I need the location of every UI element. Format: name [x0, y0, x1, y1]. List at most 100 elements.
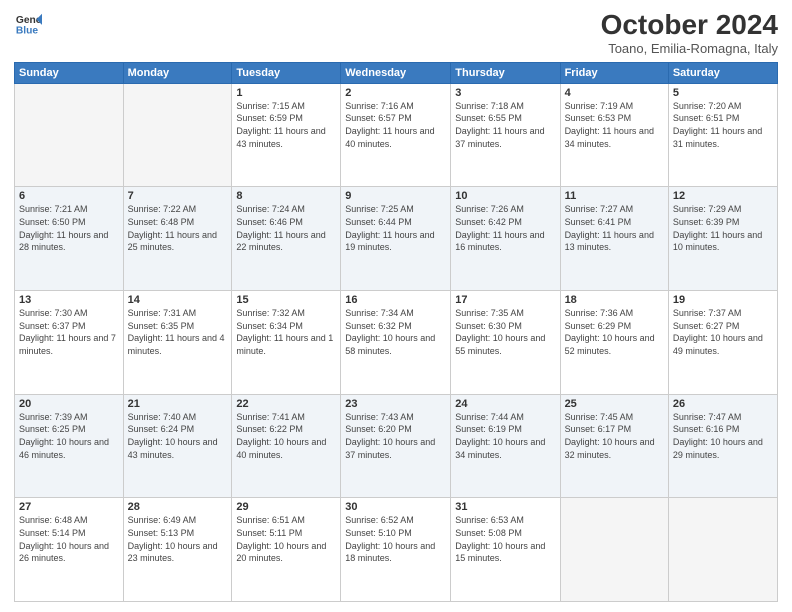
day-info: Sunrise: 6:51 AM Sunset: 5:11 PM Dayligh…: [236, 514, 336, 564]
table-row: 6Sunrise: 7:21 AM Sunset: 6:50 PM Daylig…: [15, 187, 124, 291]
day-info: Sunrise: 7:26 AM Sunset: 6:42 PM Dayligh…: [455, 203, 555, 253]
day-number: 20: [19, 398, 119, 410]
day-number: 6: [19, 190, 119, 202]
day-number: 2: [345, 87, 446, 99]
day-info: Sunrise: 7:32 AM Sunset: 6:34 PM Dayligh…: [236, 307, 336, 357]
day-info: Sunrise: 7:34 AM Sunset: 6:32 PM Dayligh…: [345, 307, 446, 357]
calendar-week-row: 13Sunrise: 7:30 AM Sunset: 6:37 PM Dayli…: [15, 291, 778, 395]
day-info: Sunrise: 7:27 AM Sunset: 6:41 PM Dayligh…: [565, 203, 664, 253]
table-row: 10Sunrise: 7:26 AM Sunset: 6:42 PM Dayli…: [451, 187, 560, 291]
day-info: Sunrise: 7:41 AM Sunset: 6:22 PM Dayligh…: [236, 411, 336, 461]
day-number: 11: [565, 190, 664, 202]
day-number: 29: [236, 501, 336, 513]
day-info: Sunrise: 7:37 AM Sunset: 6:27 PM Dayligh…: [673, 307, 773, 357]
day-info: Sunrise: 7:45 AM Sunset: 6:17 PM Dayligh…: [565, 411, 664, 461]
table-row: 9Sunrise: 7:25 AM Sunset: 6:44 PM Daylig…: [341, 187, 451, 291]
day-info: Sunrise: 7:20 AM Sunset: 6:51 PM Dayligh…: [673, 100, 773, 150]
day-number: 17: [455, 294, 555, 306]
day-info: Sunrise: 7:44 AM Sunset: 6:19 PM Dayligh…: [455, 411, 555, 461]
day-number: 16: [345, 294, 446, 306]
day-number: 8: [236, 190, 336, 202]
table-row: 12Sunrise: 7:29 AM Sunset: 6:39 PM Dayli…: [668, 187, 777, 291]
day-info: Sunrise: 7:29 AM Sunset: 6:39 PM Dayligh…: [673, 203, 773, 253]
location: Toano, Emilia-Romagna, Italy: [601, 41, 778, 56]
table-row: 19Sunrise: 7:37 AM Sunset: 6:27 PM Dayli…: [668, 291, 777, 395]
table-row: 24Sunrise: 7:44 AM Sunset: 6:19 PM Dayli…: [451, 394, 560, 498]
table-row: 29Sunrise: 6:51 AM Sunset: 5:11 PM Dayli…: [232, 498, 341, 602]
day-info: Sunrise: 7:31 AM Sunset: 6:35 PM Dayligh…: [128, 307, 228, 357]
table-row: 21Sunrise: 7:40 AM Sunset: 6:24 PM Dayli…: [123, 394, 232, 498]
table-row: 17Sunrise: 7:35 AM Sunset: 6:30 PM Dayli…: [451, 291, 560, 395]
table-row: 20Sunrise: 7:39 AM Sunset: 6:25 PM Dayli…: [15, 394, 124, 498]
day-number: 26: [673, 398, 773, 410]
table-row: 7Sunrise: 7:22 AM Sunset: 6:48 PM Daylig…: [123, 187, 232, 291]
day-number: 24: [455, 398, 555, 410]
calendar-table: Sunday Monday Tuesday Wednesday Thursday…: [14, 62, 778, 602]
day-info: Sunrise: 7:22 AM Sunset: 6:48 PM Dayligh…: [128, 203, 228, 253]
day-number: 7: [128, 190, 228, 202]
day-info: Sunrise: 7:25 AM Sunset: 6:44 PM Dayligh…: [345, 203, 446, 253]
day-info: Sunrise: 7:24 AM Sunset: 6:46 PM Dayligh…: [236, 203, 336, 253]
day-info: Sunrise: 7:43 AM Sunset: 6:20 PM Dayligh…: [345, 411, 446, 461]
day-info: Sunrise: 7:21 AM Sunset: 6:50 PM Dayligh…: [19, 203, 119, 253]
table-row: 16Sunrise: 7:34 AM Sunset: 6:32 PM Dayli…: [341, 291, 451, 395]
table-row: 25Sunrise: 7:45 AM Sunset: 6:17 PM Dayli…: [560, 394, 668, 498]
table-row: 2Sunrise: 7:16 AM Sunset: 6:57 PM Daylig…: [341, 83, 451, 187]
day-info: Sunrise: 7:39 AM Sunset: 6:25 PM Dayligh…: [19, 411, 119, 461]
table-row: 27Sunrise: 6:48 AM Sunset: 5:14 PM Dayli…: [15, 498, 124, 602]
day-number: 30: [345, 501, 446, 513]
title-area: October 2024 Toano, Emilia-Romagna, Ital…: [601, 10, 778, 56]
day-info: Sunrise: 7:16 AM Sunset: 6:57 PM Dayligh…: [345, 100, 446, 150]
day-number: 3: [455, 87, 555, 99]
day-number: 18: [565, 294, 664, 306]
table-row: 13Sunrise: 7:30 AM Sunset: 6:37 PM Dayli…: [15, 291, 124, 395]
day-number: 23: [345, 398, 446, 410]
svg-text:Blue: Blue: [16, 25, 39, 36]
table-row: 31Sunrise: 6:53 AM Sunset: 5:08 PM Dayli…: [451, 498, 560, 602]
day-number: 21: [128, 398, 228, 410]
day-number: 14: [128, 294, 228, 306]
day-info: Sunrise: 6:53 AM Sunset: 5:08 PM Dayligh…: [455, 514, 555, 564]
table-row: 5Sunrise: 7:20 AM Sunset: 6:51 PM Daylig…: [668, 83, 777, 187]
day-number: 13: [19, 294, 119, 306]
month-title: October 2024: [601, 10, 778, 41]
day-number: 28: [128, 501, 228, 513]
day-info: Sunrise: 6:48 AM Sunset: 5:14 PM Dayligh…: [19, 514, 119, 564]
day-info: Sunrise: 7:36 AM Sunset: 6:29 PM Dayligh…: [565, 307, 664, 357]
day-info: Sunrise: 6:52 AM Sunset: 5:10 PM Dayligh…: [345, 514, 446, 564]
day-number: 19: [673, 294, 773, 306]
day-info: Sunrise: 7:15 AM Sunset: 6:59 PM Dayligh…: [236, 100, 336, 150]
header: General Blue October 2024 Toano, Emilia-…: [14, 10, 778, 56]
table-row: [560, 498, 668, 602]
day-info: Sunrise: 7:40 AM Sunset: 6:24 PM Dayligh…: [128, 411, 228, 461]
day-info: Sunrise: 7:35 AM Sunset: 6:30 PM Dayligh…: [455, 307, 555, 357]
table-row: 4Sunrise: 7:19 AM Sunset: 6:53 PM Daylig…: [560, 83, 668, 187]
table-row: [123, 83, 232, 187]
table-row: 15Sunrise: 7:32 AM Sunset: 6:34 PM Dayli…: [232, 291, 341, 395]
logo-icon: General Blue: [14, 10, 42, 38]
day-number: 31: [455, 501, 555, 513]
header-tuesday: Tuesday: [232, 62, 341, 83]
table-row: 18Sunrise: 7:36 AM Sunset: 6:29 PM Dayli…: [560, 291, 668, 395]
table-row: 3Sunrise: 7:18 AM Sunset: 6:55 PM Daylig…: [451, 83, 560, 187]
calendar-header-row: Sunday Monday Tuesday Wednesday Thursday…: [15, 62, 778, 83]
table-row: [15, 83, 124, 187]
table-row: 8Sunrise: 7:24 AM Sunset: 6:46 PM Daylig…: [232, 187, 341, 291]
day-number: 1: [236, 87, 336, 99]
calendar-week-row: 6Sunrise: 7:21 AM Sunset: 6:50 PM Daylig…: [15, 187, 778, 291]
table-row: 1Sunrise: 7:15 AM Sunset: 6:59 PM Daylig…: [232, 83, 341, 187]
day-number: 5: [673, 87, 773, 99]
day-number: 27: [19, 501, 119, 513]
day-number: 25: [565, 398, 664, 410]
logo: General Blue: [14, 10, 44, 38]
day-number: 12: [673, 190, 773, 202]
day-info: Sunrise: 6:49 AM Sunset: 5:13 PM Dayligh…: [128, 514, 228, 564]
table-row: [668, 498, 777, 602]
table-row: 14Sunrise: 7:31 AM Sunset: 6:35 PM Dayli…: [123, 291, 232, 395]
day-number: 9: [345, 190, 446, 202]
table-row: 26Sunrise: 7:47 AM Sunset: 6:16 PM Dayli…: [668, 394, 777, 498]
header-saturday: Saturday: [668, 62, 777, 83]
table-row: 28Sunrise: 6:49 AM Sunset: 5:13 PM Dayli…: [123, 498, 232, 602]
calendar-week-row: 20Sunrise: 7:39 AM Sunset: 6:25 PM Dayli…: [15, 394, 778, 498]
header-wednesday: Wednesday: [341, 62, 451, 83]
